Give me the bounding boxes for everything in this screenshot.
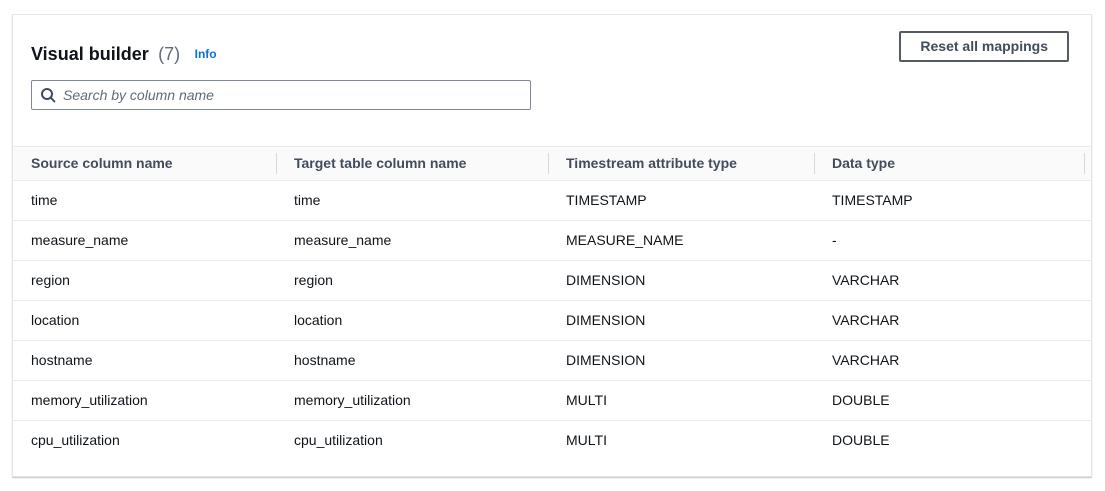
column-header-timestream-attribute-type: Timestream attribute type (548, 147, 814, 180)
cell-source-column-name: time (13, 181, 276, 220)
cell-source-column-name: measure_name (13, 221, 276, 260)
table-row: location location DIMENSION VARCHAR (13, 301, 1091, 341)
cell-target-table-column-name: hostname (276, 341, 548, 380)
cell-source-column-name: hostname (13, 341, 276, 380)
cell-data-type: VARCHAR (814, 301, 1091, 340)
magnifying-glass-icon (40, 87, 56, 103)
cell-data-type: VARCHAR (814, 261, 1091, 300)
table-row: time time TIMESTAMP TIMESTAMP (13, 181, 1091, 221)
table-row: cpu_utilization cpu_utilization MULTI DO… (13, 421, 1091, 461)
cell-source-column-name: region (13, 261, 276, 300)
table-body: time time TIMESTAMP TIMESTAMP measure_na… (13, 181, 1091, 461)
cell-target-table-column-name: memory_utilization (276, 381, 548, 420)
cell-source-column-name: memory_utilization (13, 381, 276, 420)
reset-all-mappings-button[interactable]: Reset all mappings (899, 31, 1069, 62)
search-box[interactable] (31, 80, 531, 110)
cell-timestream-attribute-type: DIMENSION (548, 261, 814, 300)
cell-timestream-attribute-type: MEASURE_NAME (548, 221, 814, 260)
cell-timestream-attribute-type: DIMENSION (548, 341, 814, 380)
column-header-source-column-name: Source column name (13, 147, 276, 180)
cell-timestream-attribute-type: MULTI (548, 421, 814, 461)
cell-target-table-column-name: time (276, 181, 548, 220)
info-link[interactable]: Info (195, 47, 217, 61)
search-input[interactable] (63, 87, 522, 103)
visual-builder-card: Reset all mappings Visual builder (7) In… (12, 14, 1092, 477)
cell-timestream-attribute-type: TIMESTAMP (548, 181, 814, 220)
cell-data-type: - (814, 221, 1091, 260)
table-header-row: Source column name Target table column n… (13, 146, 1091, 181)
page-title: Visual builder (31, 44, 149, 64)
item-count: (7) (158, 44, 180, 64)
cell-source-column-name: location (13, 301, 276, 340)
cell-data-type: VARCHAR (814, 341, 1091, 380)
table-row: memory_utilization memory_utilization MU… (13, 381, 1091, 421)
cell-target-table-column-name: measure_name (276, 221, 548, 260)
cell-target-table-column-name: cpu_utilization (276, 421, 548, 461)
cell-target-table-column-name: region (276, 261, 548, 300)
cell-target-table-column-name: location (276, 301, 548, 340)
cell-source-column-name: cpu_utilization (13, 421, 276, 461)
cell-data-type: DOUBLE (814, 421, 1091, 461)
column-header-target-table-column-name: Target table column name (276, 147, 548, 180)
column-header-data-type: Data type (814, 147, 1091, 180)
cell-data-type: DOUBLE (814, 381, 1091, 420)
cell-timestream-attribute-type: DIMENSION (548, 301, 814, 340)
table-row: region region DIMENSION VARCHAR (13, 261, 1091, 301)
cell-timestream-attribute-type: MULTI (548, 381, 814, 420)
table-row: hostname hostname DIMENSION VARCHAR (13, 341, 1091, 381)
cell-data-type: TIMESTAMP (814, 181, 1091, 220)
table-row: measure_name measure_name MEASURE_NAME - (13, 221, 1091, 261)
